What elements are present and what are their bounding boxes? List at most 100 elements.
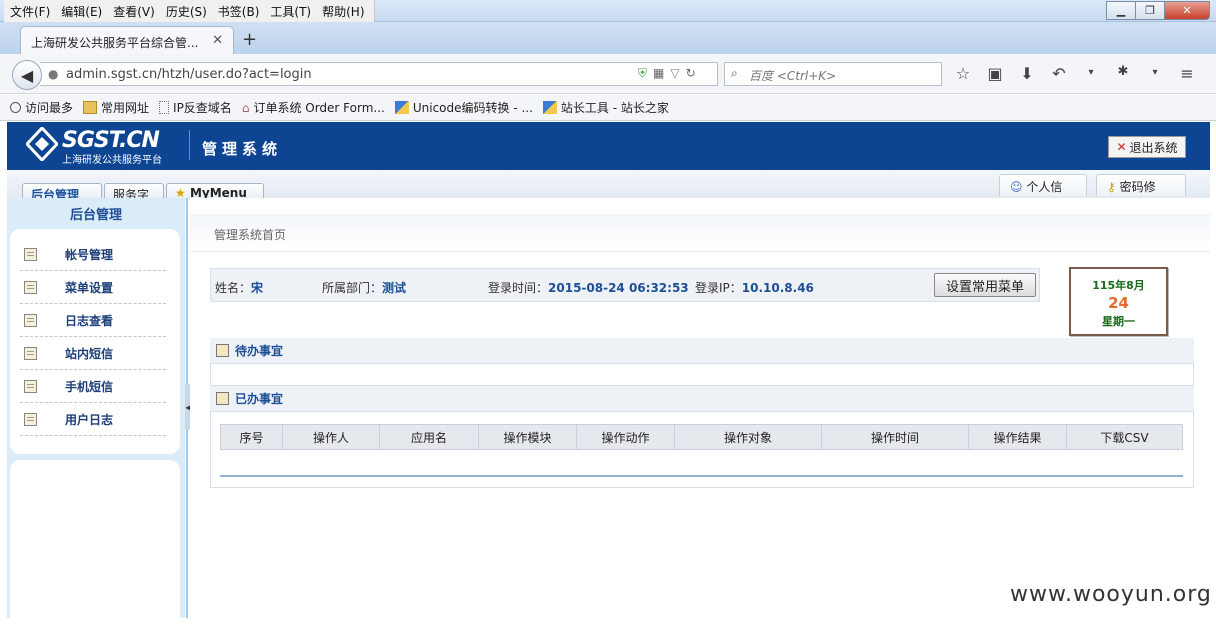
- divider: [189, 130, 190, 160]
- maximize-icon[interactable]: ❐: [1135, 1, 1165, 20]
- logo-text: SGST.CN: [62, 128, 160, 153]
- logo-icon: [26, 127, 58, 161]
- column-header[interactable]: 操作人: [283, 425, 380, 449]
- users-icon: ☺: [1010, 180, 1023, 194]
- calendar-year-month: 115年8月: [1092, 279, 1145, 292]
- dropdown-icon[interactable]: ▾: [1080, 64, 1102, 83]
- watermark: www.wooyun.org: [1010, 582, 1212, 607]
- bookmark-item[interactable]: 访问最多: [10, 99, 73, 116]
- globe-icon: ●: [48, 67, 59, 81]
- set-common-menu-button[interactable]: 设置常用菜单: [934, 273, 1036, 297]
- todo-title: 待办事宜: [235, 344, 284, 358]
- sidebar-title: 后台管理: [69, 208, 122, 223]
- qr-icon[interactable]: ▦: [653, 66, 670, 80]
- search-input[interactable]: ⌕ 百度 <Ctrl+K>: [724, 62, 942, 86]
- document-icon: [24, 313, 37, 327]
- document-icon: [24, 379, 37, 393]
- login-ip-field: 登录IP：10.10.8.46: [695, 281, 814, 295]
- column-header[interactable]: 操作动作: [577, 425, 675, 449]
- tab-title: 上海研发公共服务平台综合管...: [31, 36, 199, 50]
- breadcrumb: 管理系统首页: [214, 228, 287, 242]
- url-text: admin.sgst.cn/htzh/user.do?act=login: [66, 67, 312, 82]
- key-icon: ⚷: [1107, 180, 1116, 194]
- sidebar-item-menu-settings[interactable]: 菜单设置: [20, 271, 166, 304]
- document-icon: [24, 346, 37, 360]
- tab-personal-info[interactable]: ☺ 个人信: [999, 174, 1087, 196]
- document-icon: [24, 412, 37, 426]
- reading-list-icon[interactable]: ▣: [984, 64, 1006, 83]
- menu-bookmarks[interactable]: 书签(B): [212, 0, 265, 20]
- toolbar-icons: ☆ ▣ ⬇ ↶ ▾ ✱ ▾ ≡: [952, 64, 1198, 83]
- user-info-bar: 姓名：宋 所属部门：测试 登录时间：2015-08-24 06:32:53 登录…: [210, 268, 1040, 302]
- close-window-icon[interactable]: ✕: [1164, 1, 1210, 20]
- bookmark-item[interactable]: 站长工具 - 站长之家: [542, 99, 669, 116]
- menu-edit[interactable]: 编辑(E): [55, 0, 107, 20]
- page-icon: [159, 101, 170, 114]
- bug-icon[interactable]: ✱: [1112, 64, 1134, 83]
- menu-file[interactable]: 文件(F): [4, 0, 55, 20]
- sidebar-item-sms[interactable]: 手机短信: [20, 370, 166, 403]
- search-icon: ⌕: [731, 66, 738, 80]
- reload-icon[interactable]: ↻: [686, 66, 702, 80]
- calendar-widget: 115年8月 24 星期一: [1069, 267, 1168, 336]
- undo-icon[interactable]: ↶: [1048, 64, 1070, 83]
- login-time-field: 登录时间：2015-08-24 06:32:53: [488, 281, 689, 295]
- column-header[interactable]: 操作模块: [479, 425, 577, 449]
- operations-table-header: 序号 操作人 应用名 操作模块 操作动作 操作对象 操作时间 操作结果 下载CS…: [220, 424, 1183, 450]
- bookmark-item[interactable]: IP反查域名: [159, 99, 232, 116]
- logout-label: 退出系统: [1129, 140, 1178, 155]
- done-title: 已办事宜: [235, 392, 284, 406]
- document-icon: [24, 247, 37, 261]
- magnifier-icon: [10, 102, 21, 113]
- url-bar[interactable]: admin.sgst.cn/htzh/user.do?act=login: [40, 62, 718, 86]
- menu-view[interactable]: 查看(V): [107, 0, 160, 20]
- column-header[interactable]: 应用名: [380, 425, 479, 449]
- bookmark-item[interactable]: 常用网址: [83, 99, 149, 116]
- shield-icon[interactable]: ⛨: [638, 66, 653, 80]
- site-icon: [394, 101, 409, 114]
- bookmark-star-icon[interactable]: ☆: [952, 64, 974, 83]
- minimize-icon[interactable]: ▁: [1106, 1, 1136, 20]
- back-arrow-icon[interactable]: ◀: [12, 60, 42, 90]
- sidebar-item-messages[interactable]: 站内短信: [20, 337, 166, 370]
- browser-tab[interactable]: 上海研发公共服务平台综合管... ✕: [20, 26, 234, 54]
- system-title: 管理系统: [202, 140, 283, 158]
- menu-bar: 文件(F) 编辑(E) 查看(V) 历史(S) 书签(B) 工具(T) 帮助(H): [4, 0, 375, 22]
- home-icon: ⌂: [241, 100, 250, 115]
- document-icon: [24, 280, 37, 294]
- dropdown-icon[interactable]: ▽: [670, 66, 685, 80]
- sidebar-item-user-logs[interactable]: 用户日志: [20, 403, 166, 436]
- logo-subtitle: 上海研发公共服务平台: [62, 155, 162, 166]
- tab-change-password[interactable]: ⚷ 密码修: [1096, 174, 1186, 196]
- calendar-weekday: 星期一: [1102, 315, 1135, 328]
- column-header[interactable]: 操作对象: [675, 425, 822, 449]
- logout-button[interactable]: ✕ 退出系统: [1108, 136, 1186, 158]
- dropdown-icon[interactable]: ▾: [1144, 64, 1166, 83]
- site-icon: [542, 101, 557, 114]
- bookmarks-bar: 访问最多 常用网址 IP反查域名 ⌂ 订单系统 Order Form... Uni…: [0, 95, 1216, 121]
- notes-icon: [216, 344, 229, 357]
- column-header[interactable]: 操作时间: [822, 425, 969, 449]
- menu-tools[interactable]: 工具(T): [264, 0, 316, 20]
- new-tab-icon[interactable]: +: [242, 29, 257, 50]
- calendar-day: 24: [1108, 294, 1129, 312]
- hamburger-menu-icon[interactable]: ≡: [1176, 64, 1198, 83]
- menu-history[interactable]: 历史(S): [160, 0, 212, 20]
- bookmark-item[interactable]: Unicode编码转换 - ...: [394, 99, 533, 116]
- sidebar-item-logs[interactable]: 日志查看: [20, 304, 166, 337]
- url-bar-icons: ⛨▦▽↻: [638, 66, 702, 81]
- column-header[interactable]: 操作结果: [969, 425, 1067, 449]
- notes-icon: [216, 392, 229, 405]
- close-tab-icon[interactable]: ✕: [212, 33, 223, 48]
- close-icon: ✕: [1116, 140, 1127, 154]
- table-bottom-line: [220, 475, 1183, 477]
- todo-section-header: 待办事宜: [210, 338, 1194, 364]
- bookmark-item[interactable]: ⌂ 订单系统 Order Form...: [242, 99, 385, 116]
- sidebar-item-account[interactable]: 帐号管理: [20, 238, 166, 271]
- download-icon[interactable]: ⬇: [1016, 64, 1038, 83]
- column-header[interactable]: 序号: [221, 425, 283, 449]
- column-header[interactable]: 下载CSV: [1067, 425, 1182, 449]
- folder-icon: [83, 101, 98, 114]
- menu-help[interactable]: 帮助(H): [316, 0, 369, 20]
- search-placeholder: 百度 <Ctrl+K>: [749, 69, 837, 83]
